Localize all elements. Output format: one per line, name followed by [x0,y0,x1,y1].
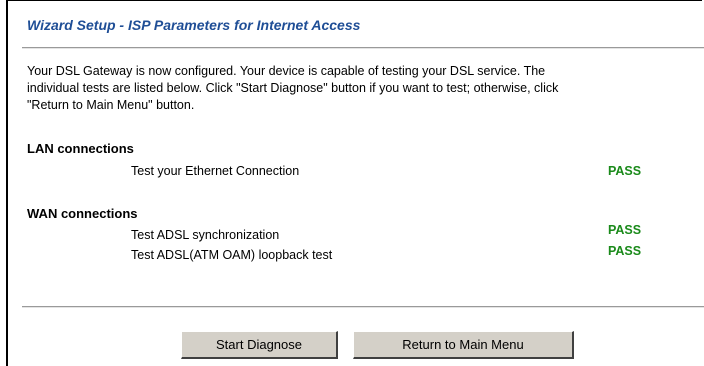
lan-section-heading: LAN connections [27,141,134,156]
footer-divider [22,306,704,308]
test-adsl-sync-label: Test ADSL synchronization [131,228,280,242]
page-title: Wizard Setup - ISP Parameters for Intern… [27,17,361,33]
start-diagnose-button[interactable]: Start Diagnose [181,331,338,359]
intro-line: individual tests are listed below. Click… [27,81,559,95]
test-adsl-loopback-result: PASS [608,244,642,258]
intro-line: "Return to Main Menu" button. [27,98,195,112]
test-ethernet-result: PASS [608,164,642,178]
test-adsl-loopback-label: Test ADSL(ATM OAM) loopback test [131,248,333,262]
test-ethernet-label: Test your Ethernet Connection [131,164,300,178]
intro-line: Your DSL Gateway is now configured. Your… [27,64,546,78]
title-divider [22,47,704,49]
wan-section-heading: WAN connections [27,206,138,221]
return-main-menu-button[interactable]: Return to Main Menu [353,331,574,359]
test-adsl-sync-result: PASS [608,223,642,237]
intro-text: Your DSL Gateway is now configured. Your… [27,63,687,114]
wizard-panel: Wizard Setup - ISP Parameters for Intern… [6,0,704,366]
